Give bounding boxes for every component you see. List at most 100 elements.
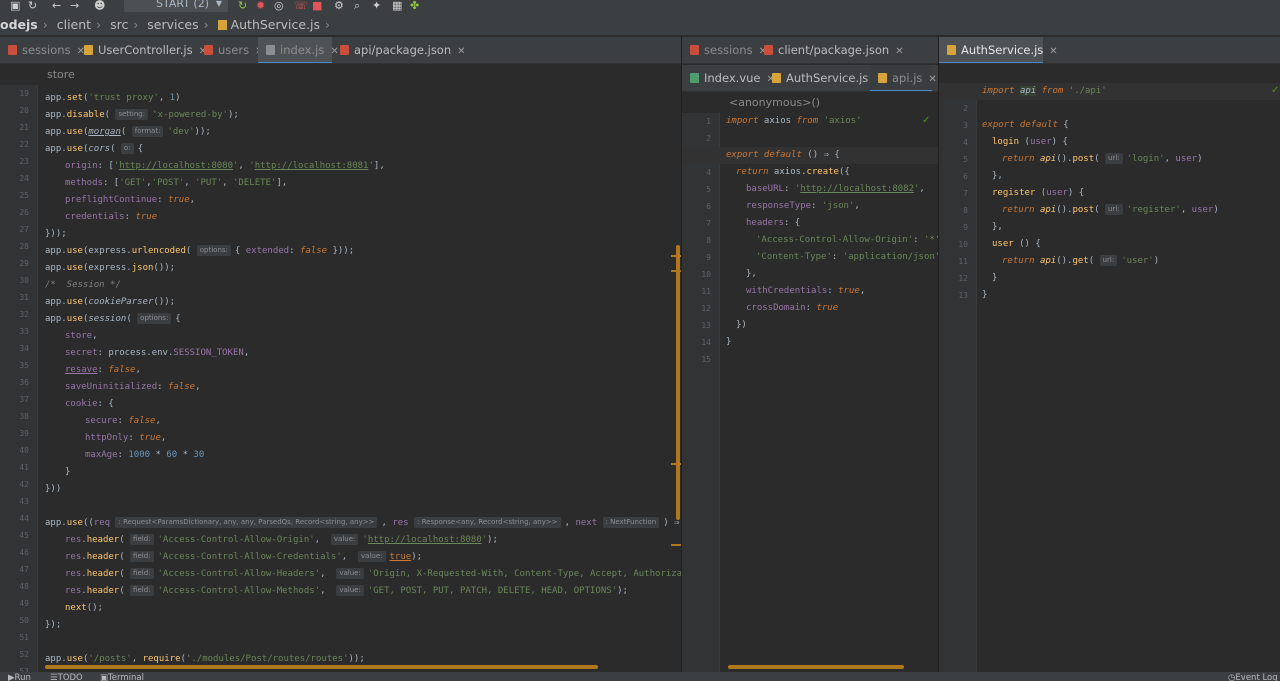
breadcrumb-item-project[interactable]: odejs (0, 14, 38, 35)
line-number-gutter: 12345678910111213 (939, 83, 977, 672)
line-number: 38 (19, 412, 29, 421)
breadcrumb-separator: › (133, 17, 139, 32)
line-number: 8 (706, 236, 711, 245)
run-configuration-dropdown[interactable]: START (2) ▼ (124, 0, 228, 12)
code-line: }, (746, 269, 757, 279)
line-number: 22 (19, 140, 29, 149)
json-file-icon (340, 45, 349, 55)
build-icon[interactable]: ⚙ (334, 0, 344, 11)
breadcrumb-item-file[interactable]: AuthService.js (231, 14, 320, 35)
close-icon[interactable]: ✕ (928, 74, 936, 85)
tab-users[interactable]: users✕ (196, 37, 263, 63)
code-area[interactable]: app.set('trust proxy', 1) app.disable( s… (40, 85, 681, 672)
line-number: 6 (706, 202, 711, 211)
plugin-icon[interactable]: ✤ (410, 0, 419, 11)
tab-api-js[interactable]: api.js ✕ (870, 65, 937, 91)
js-file-icon (84, 45, 93, 55)
line-number: 15 (701, 355, 711, 364)
code-line: app.disable( setting:'x-powered-by'); (45, 109, 239, 120)
close-icon[interactable]: ✕ (1049, 46, 1057, 57)
warning-marker[interactable] (671, 270, 681, 272)
tab-label: index.js (280, 43, 325, 57)
attach-icon[interactable]: ☏ (294, 0, 308, 11)
line-number: 3 (963, 121, 968, 130)
event-log-button[interactable]: ◷ Event Log (1228, 672, 1278, 681)
breadcrumb-item-src[interactable]: src (110, 14, 128, 35)
horizontal-scrollbar[interactable] (45, 665, 598, 669)
line-number: 8 (963, 206, 968, 215)
code-line: res.header( field: 'Access-Control-Allow-… (65, 568, 681, 579)
code-line: }, (992, 222, 1003, 232)
rerun-icon[interactable]: ↻ (238, 0, 247, 11)
js-file-icon (217, 20, 227, 30)
code-line: app.set('trust proxy', 1) (45, 93, 181, 103)
tab-label: api/package.json (354, 43, 452, 57)
tab-client-package-json[interactable]: client/package.json ✕ (756, 37, 904, 63)
breadcrumb-item-client[interactable]: client (57, 14, 91, 35)
forward-arrow-icon[interactable]: → (70, 0, 79, 11)
breadcrumb-item-services[interactable]: services (147, 14, 198, 35)
todo-tool-button[interactable]: ☰ TODO (50, 672, 83, 681)
tab-index-vue[interactable]: Index.vue ✕ (682, 65, 775, 91)
tab-authservice-js[interactable]: AuthService.js✕ (764, 65, 883, 91)
breadcrumb-separator: › (325, 17, 331, 32)
code-line: resave: false, (65, 365, 141, 375)
tab-api-package-json[interactable]: api/package.json ✕ (332, 37, 466, 63)
sync-icon[interactable]: ↻ (28, 0, 37, 11)
line-number: 51 (19, 633, 29, 642)
left-editor[interactable]: 19 20 21 22 23 24 25 26 27 28 29 30 31 32 33 34 35 36 37 38… (0, 85, 681, 672)
tab-authservice-js[interactable]: AuthService.js✕ (939, 37, 1058, 63)
no-problems-check-icon[interactable]: ✓ (1271, 85, 1279, 96)
stop-icon[interactable]: ■ (312, 0, 322, 11)
code-line: app.use(cors( o:{ (45, 143, 143, 154)
debug-icon[interactable]: ✹ (256, 0, 265, 11)
run-tool-button[interactable]: ▶ Run (8, 672, 31, 681)
close-icon[interactable]: ✕ (895, 46, 903, 57)
vertical-scrollbar[interactable] (676, 245, 680, 520)
middle-tab-bar-row2: Index.vue✕ AuthService.js✕ api.js ✕ (682, 65, 938, 92)
code-line: return api().post( url:'register', user) (1002, 204, 1219, 215)
code-line: cookie: { (65, 399, 114, 409)
middle-editor[interactable]: 123456789101112131415 import axios from … (682, 113, 938, 672)
close-icon[interactable]: ✕ (457, 46, 465, 57)
code-line: maxAge: 1000 * 60 * 30 (85, 450, 205, 460)
code-area[interactable]: import api from './api' export default {… (979, 83, 1280, 672)
horizontal-scrollbar[interactable] (728, 665, 904, 669)
code-line: app.use(express.json()); (45, 263, 176, 273)
step-icon[interactable]: ◎ (274, 0, 284, 11)
line-number: 35 (19, 361, 29, 370)
line-number: 50 (19, 616, 29, 625)
warning-marker[interactable] (671, 544, 681, 546)
line-number: 30 (19, 276, 29, 285)
event-log-label: Event Log (1235, 673, 1278, 681)
code-line: })) (45, 484, 62, 494)
line-number: 11 (701, 287, 711, 296)
breadcrumb: odejs › client › src › services › AuthServic… (0, 14, 1280, 36)
tab-sessions[interactable]: sessions ✕ (682, 37, 767, 63)
code-line: app.use(morgan( format:'dev')); (45, 126, 211, 137)
settings-icon[interactable]: ✦ (372, 0, 381, 11)
no-problems-check-icon[interactable]: ✓ (922, 115, 930, 126)
line-number: 39 (19, 429, 29, 438)
save-icon[interactable]: ▣ (10, 0, 20, 11)
back-arrow-icon[interactable]: ← (52, 0, 61, 11)
structure-icon[interactable]: ▦ (392, 0, 402, 11)
line-number: 21 (19, 123, 29, 132)
tab-sessions[interactable]: sessions ✕ (0, 37, 85, 63)
chevron-down-icon: ▼ (215, 0, 222, 8)
tab-index-js[interactable]: index.js ✕ (258, 37, 339, 63)
line-number: 27 (19, 225, 29, 234)
warning-marker[interactable] (671, 255, 681, 257)
user-icon[interactable]: ☻ (94, 0, 105, 11)
line-number: 36 (19, 378, 29, 387)
code-line: })); (45, 229, 67, 239)
js-file-icon (947, 45, 956, 55)
line-number: 46 (19, 548, 29, 557)
search-everywhere-icon[interactable]: ⌕ (354, 0, 360, 11)
line-number: 14 (701, 338, 711, 347)
terminal-tool-button[interactable]: ▣ Terminal (100, 672, 144, 681)
tab-user-controller[interactable]: UserController.js ✕ (76, 37, 207, 63)
warning-marker[interactable] (671, 463, 681, 465)
right-editor[interactable]: 12345678910111213 import api from './api… (939, 83, 1280, 672)
code-area[interactable]: import axios from 'axios' export default… (722, 113, 938, 672)
